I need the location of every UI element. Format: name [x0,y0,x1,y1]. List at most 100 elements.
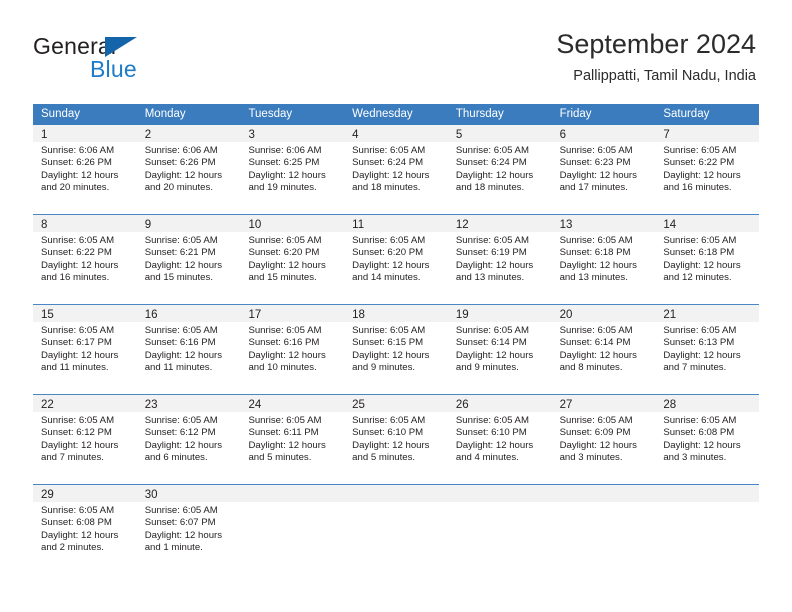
sunset-text: Sunset: 6:20 PM [352,247,424,259]
day-info: Sunrise: 6:05 AM Sunset: 6:07 PM Dayligh… [137,502,241,555]
daylight-text-line2: and 10 minutes. [248,362,317,374]
day-number-band: 24 [240,395,345,412]
day-number-band: 7 [655,125,760,142]
calendar-day-cell[interactable]: 4 Sunrise: 6:05 AM Sunset: 6:24 PM Dayli… [344,125,448,214]
sunrise-text: Sunrise: 6:05 AM [663,415,737,426]
calendar-day-cell[interactable]: 28 Sunrise: 6:05 AM Sunset: 6:08 PM Dayl… [655,395,760,484]
daylight-text-line1: Daylight: 12 hours [41,169,119,181]
weekday-header-thursday: Thursday [455,108,504,120]
day-number-band: 16 [136,305,241,322]
daylight-text-line2: and 14 minutes. [352,272,421,284]
calendar-day-cell[interactable]: 29 Sunrise: 6:05 AM Sunset: 6:08 PM Dayl… [33,485,137,574]
weekday-header-saturday: Saturday [663,108,710,120]
daylight-text-line1: Daylight: 12 hours [455,259,534,271]
day-info: Sunrise: 6:05 AM Sunset: 6:09 PM Dayligh… [552,412,656,465]
calendar-day-cell[interactable]: 17 Sunrise: 6:05 AM Sunset: 6:16 PM Dayl… [240,305,345,394]
sunset-text: Sunset: 6:12 PM [144,427,216,439]
calendar-day-cell[interactable]: 22 Sunrise: 6:05 AM Sunset: 6:12 PM Dayl… [33,395,137,484]
daylight-text-line2: and 8 minutes. [559,362,623,374]
daylight-text-line1: Daylight: 12 hours [559,259,637,271]
day-number-band: 14 [655,215,760,232]
day-number-band [447,485,552,502]
calendar-day-cell[interactable]: 15 Sunrise: 6:05 AM Sunset: 6:17 PM Dayl… [33,305,137,394]
sunset-text: Sunset: 6:23 PM [559,157,631,169]
calendar-day-cell[interactable]: 3 Sunrise: 6:06 AM Sunset: 6:25 PM Dayli… [240,125,345,214]
calendar-day-cell[interactable]: 23 Sunrise: 6:05 AM Sunset: 6:12 PM Dayl… [136,395,241,484]
calendar-day-cell[interactable]: 14 Sunrise: 6:05 AM Sunset: 6:18 PM Dayl… [655,215,760,304]
day-info: Sunrise: 6:05 AM Sunset: 6:12 PM Dayligh… [137,412,241,465]
general-blue-logo[interactable]: General Blue [33,33,233,85]
calendar-day-cell[interactable]: 26 Sunrise: 6:05 AM Sunset: 6:10 PM Dayl… [447,395,552,484]
sunrise-text: Sunrise: 6:05 AM [248,415,322,426]
daylight-text-line2: and 13 minutes. [455,272,525,284]
calendar-day-cell[interactable]: 7 Sunrise: 6:05 AM Sunset: 6:22 PM Dayli… [655,125,760,214]
daylight-text-line1: Daylight: 12 hours [663,259,741,271]
day-number: 27 [559,399,573,411]
calendar-day-cell[interactable]: 13 Sunrise: 6:05 AM Sunset: 6:18 PM Dayl… [551,215,656,304]
calendar-day-cell[interactable]: 10 Sunrise: 6:05 AM Sunset: 6:20 PM Dayl… [240,215,345,304]
calendar-day-cell[interactable]: 27 Sunrise: 6:05 AM Sunset: 6:09 PM Dayl… [551,395,656,484]
calendar-day-cell[interactable]: 20 Sunrise: 6:05 AM Sunset: 6:14 PM Dayl… [551,305,656,394]
calendar-day-cell[interactable]: 12 Sunrise: 6:05 AM Sunset: 6:19 PM Dayl… [447,215,552,304]
day-info: Sunrise: 6:05 AM Sunset: 6:14 PM Dayligh… [552,322,656,375]
sunrise-text: Sunrise: 6:05 AM [352,145,426,156]
day-info: Sunrise: 6:05 AM Sunset: 6:19 PM Dayligh… [448,232,552,285]
daylight-text-line2: and 19 minutes. [248,182,317,194]
calendar-day-cell[interactable]: 9 Sunrise: 6:05 AM Sunset: 6:21 PM Dayli… [136,215,241,304]
day-info: Sunrise: 6:05 AM Sunset: 6:16 PM Dayligh… [137,322,241,375]
daylight-text-line1: Daylight: 12 hours [144,169,223,181]
calendar-day-cell[interactable]: 8 Sunrise: 6:05 AM Sunset: 6:22 PM Dayli… [33,215,137,304]
day-info: Sunrise: 6:05 AM Sunset: 6:21 PM Dayligh… [137,232,241,285]
sunset-text: Sunset: 6:22 PM [41,247,112,259]
calendar-day-cell[interactable]: 25 Sunrise: 6:05 AM Sunset: 6:10 PM Dayl… [344,395,448,484]
sunrise-text: Sunrise: 6:05 AM [559,145,633,156]
sunrise-text: Sunrise: 6:05 AM [248,235,322,246]
sunset-text: Sunset: 6:07 PM [144,517,216,529]
daylight-text-line2: and 18 minutes. [455,182,525,194]
daylight-text-line2: and 9 minutes. [455,362,519,374]
day-number-band [240,485,345,502]
location-subtitle: Pallippatti, Tamil Nadu, India [573,68,756,84]
daylight-text-line1: Daylight: 12 hours [41,349,119,361]
day-info: Sunrise: 6:05 AM Sunset: 6:08 PM Dayligh… [655,412,759,465]
daylight-text-line1: Daylight: 12 hours [352,169,430,181]
daylight-text-line2: and 12 minutes. [663,272,732,284]
sunset-text: Sunset: 6:11 PM [248,427,319,439]
day-number-band: 12 [447,215,552,232]
day-info: Sunrise: 6:06 AM Sunset: 6:26 PM Dayligh… [33,142,137,195]
calendar-day-cell-empty [655,485,760,574]
calendar-week-row: 1 Sunrise: 6:06 AM Sunset: 6:26 PM Dayli… [33,125,760,214]
calendar-day-cell[interactable]: 30 Sunrise: 6:05 AM Sunset: 6:07 PM Dayl… [136,485,241,574]
calendar-day-cell[interactable]: 1 Sunrise: 6:06 AM Sunset: 6:26 PM Dayli… [33,125,137,214]
day-number-band: 26 [447,395,552,412]
daylight-text-line2: and 20 minutes. [144,182,213,194]
page-title: September 2024 [556,29,756,59]
day-number: 11 [352,219,365,231]
day-number: 10 [248,219,262,231]
day-info: Sunrise: 6:06 AM Sunset: 6:26 PM Dayligh… [137,142,241,195]
calendar-day-cell[interactable]: 11 Sunrise: 6:05 AM Sunset: 6:20 PM Dayl… [344,215,448,304]
sunset-text: Sunset: 6:16 PM [248,337,320,349]
calendar-week-row: 22 Sunrise: 6:05 AM Sunset: 6:12 PM Dayl… [33,394,760,484]
sunrise-text: Sunrise: 6:05 AM [352,235,426,246]
calendar-day-cell[interactable]: 24 Sunrise: 6:05 AM Sunset: 6:11 PM Dayl… [240,395,345,484]
daylight-text-line2: and 16 minutes. [41,272,110,284]
calendar-day-cell[interactable]: 6 Sunrise: 6:05 AM Sunset: 6:23 PM Dayli… [551,125,656,214]
sunrise-text: Sunrise: 6:05 AM [352,415,426,426]
calendar-day-cell[interactable]: 5 Sunrise: 6:05 AM Sunset: 6:24 PM Dayli… [447,125,552,214]
calendar-day-cell[interactable]: 16 Sunrise: 6:05 AM Sunset: 6:16 PM Dayl… [136,305,241,394]
daylight-text-line2: and 7 minutes. [41,452,104,464]
day-info: Sunrise: 6:05 AM Sunset: 6:16 PM Dayligh… [240,322,344,375]
sunset-text: Sunset: 6:21 PM [144,247,216,259]
daylight-text-line2: and 4 minutes. [455,452,519,464]
day-number-band [551,485,656,502]
sunrise-text: Sunrise: 6:05 AM [41,505,115,516]
calendar-day-cell[interactable]: 2 Sunrise: 6:06 AM Sunset: 6:26 PM Dayli… [136,125,241,214]
sunrise-text: Sunrise: 6:05 AM [144,415,218,426]
sunrise-text: Sunrise: 6:05 AM [352,325,426,336]
calendar-day-cell[interactable]: 18 Sunrise: 6:05 AM Sunset: 6:15 PM Dayl… [344,305,448,394]
sunrise-text: Sunrise: 6:05 AM [559,415,633,426]
calendar-day-cell[interactable]: 21 Sunrise: 6:05 AM Sunset: 6:13 PM Dayl… [655,305,760,394]
calendar-day-cell[interactable]: 19 Sunrise: 6:05 AM Sunset: 6:14 PM Dayl… [447,305,552,394]
sunrise-text: Sunrise: 6:05 AM [248,325,322,336]
